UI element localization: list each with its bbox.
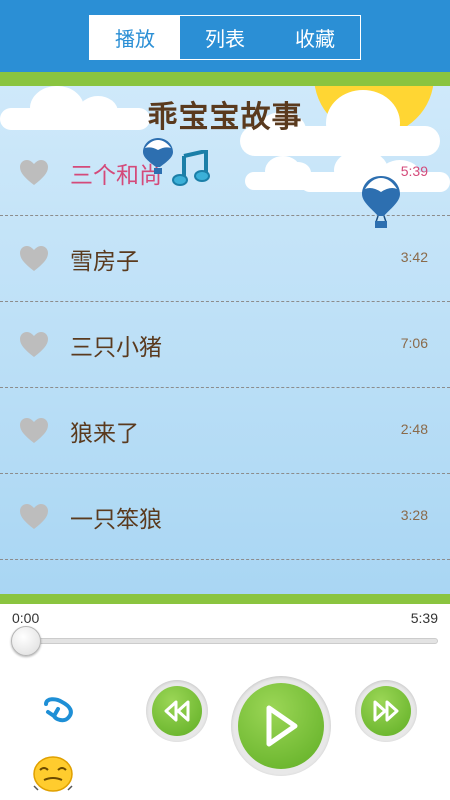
rewind-icon [152,686,202,736]
loop-icon[interactable] [40,696,80,726]
heart-icon[interactable] [20,332,48,358]
song-duration: 3:42 [400,249,428,265]
music-note-icon [172,150,210,186]
tab-favorites[interactable]: 收藏 [270,16,360,59]
balloon-icon [143,138,173,174]
play-icon [238,683,324,769]
song-duration: 7:06 [400,335,428,351]
song-title: 雪房子 [70,249,139,275]
tab-play[interactable]: 播放 [90,16,180,59]
sleepy-face-icon[interactable] [32,754,74,794]
list-item[interactable]: 一只笨狼 3:28 [0,474,450,560]
current-time: 0:00 [12,610,40,626]
list-item[interactable]: 狼来了 2:48 [0,388,450,474]
previous-button[interactable] [146,680,208,742]
song-duration: 2:48 [400,421,428,437]
tab-bar: 播放 列表 收藏 [89,15,361,60]
player-panel: 0:00 5:39 [0,604,450,800]
heart-icon[interactable] [20,418,48,444]
progress-track[interactable] [26,638,438,644]
heart-icon[interactable] [20,504,48,530]
total-time: 5:39 [410,610,438,626]
song-title: 一只笨狼 [70,507,162,533]
balloon-icon [362,176,400,228]
next-button[interactable] [355,680,417,742]
heart-icon[interactable] [20,246,48,272]
progress-thumb[interactable] [11,626,41,656]
green-divider-bottom [0,594,450,604]
song-duration: 5:39 [400,163,428,179]
green-divider-top [0,72,450,90]
tab-list[interactable]: 列表 [180,16,270,59]
song-title: 三只小猪 [70,335,162,361]
list-item[interactable]: 三只小猪 7:06 [0,302,450,388]
song-title: 狼来了 [70,421,139,447]
fast-forward-icon [361,686,411,736]
story-panel: 乖宝宝故事 三个和尚 5:39 雪房子 3:42 三只小猪 7:06 狼来了 2… [0,86,450,594]
song-duration: 3:28 [400,507,428,523]
list-item[interactable]: 雪房子 3:42 [0,216,450,302]
heart-icon[interactable] [20,160,48,186]
play-button[interactable] [231,676,331,776]
top-bar: 播放 列表 收藏 [0,0,450,74]
